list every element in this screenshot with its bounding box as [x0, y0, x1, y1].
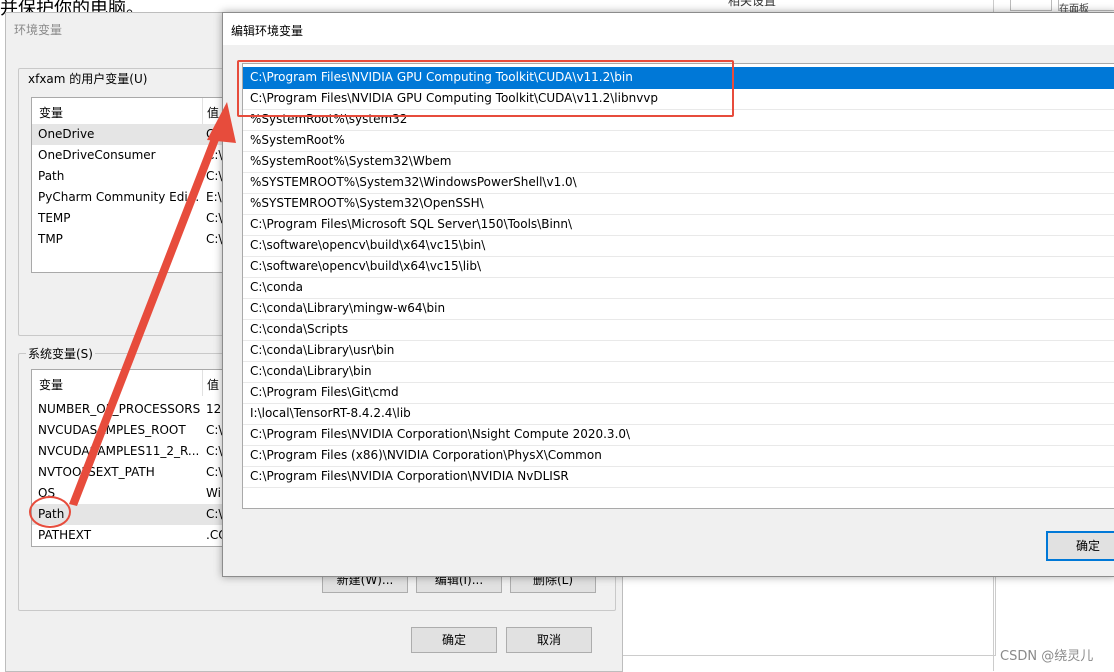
- arrow-shaft: [69, 120, 226, 506]
- watermark: CSDN @绕灵儿: [1000, 649, 1094, 664]
- arrow-head: [207, 102, 236, 143]
- annotation-arrow: [69, 102, 236, 506]
